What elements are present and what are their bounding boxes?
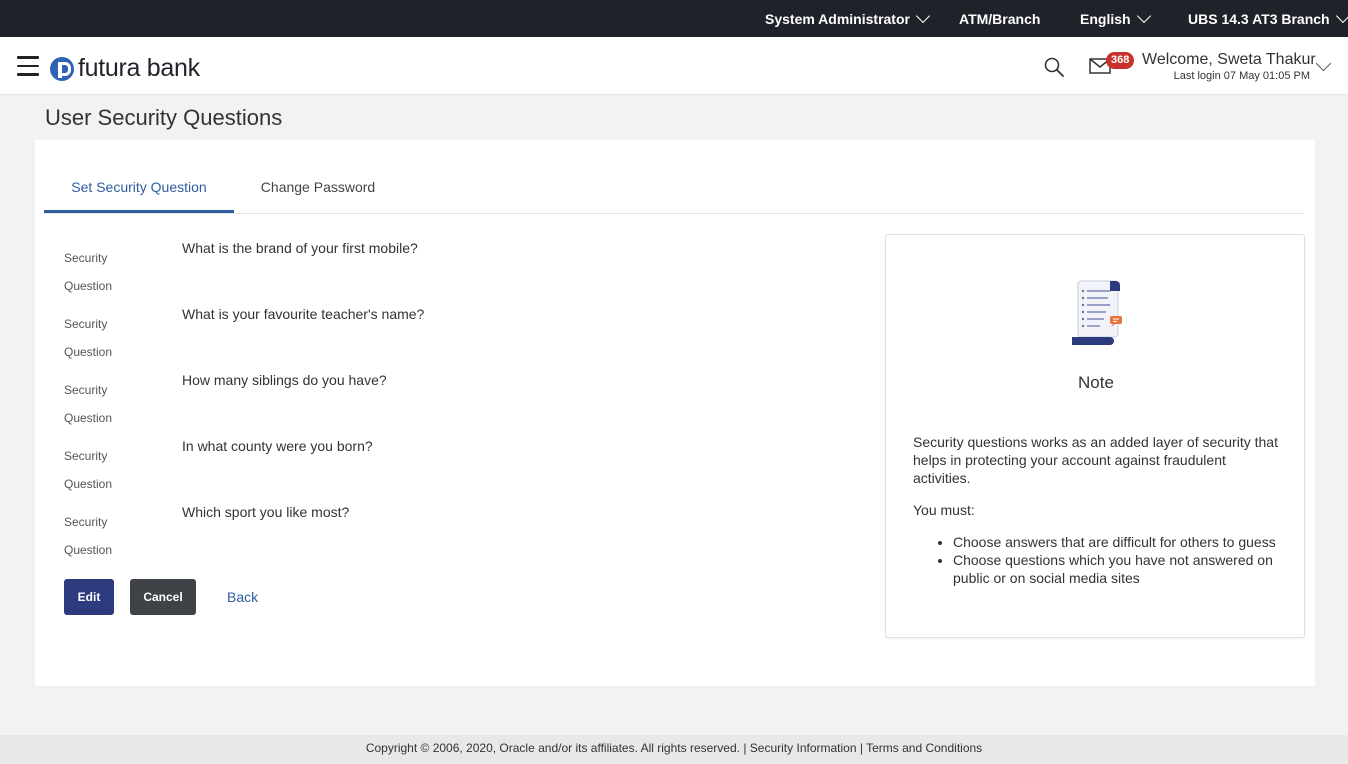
question-label: Security Question [64,449,113,491]
back-link[interactable]: Back [227,589,258,605]
document-note-icon [1072,280,1122,345]
question-text: In what county were you born? [182,438,373,454]
question-label: Security Question [64,515,113,557]
note-list-item: Choose answers that are difficult for ot… [953,533,1293,551]
top-bar: System Administrator ATM/Branch English … [0,0,1348,37]
app-header: futura bank 368 Welcome, Sweta Thakur La… [0,37,1348,95]
note-list-item: Choose questions which you have not answ… [953,551,1293,587]
security-questions-card: Set Security Question Change Password Se… [35,140,1315,686]
chevron-down-icon [915,8,931,23]
entity-label: UBS 14.3 AT3 Branch [1188,10,1330,27]
question-row: Security Question How many siblings do yo… [64,372,864,432]
chevron-down-icon [1335,8,1348,23]
question-text: What is your favourite teacher's name? [182,306,425,322]
question-row: Security Question Which sport you like mo… [64,504,864,564]
logo[interactable]: futura bank [50,54,200,83]
question-text: How many siblings do you have? [182,372,387,388]
note-title: Note [1078,373,1114,392]
page-title: User Security Questions [45,105,283,130]
role-dropdown[interactable]: System Administrator [765,0,931,37]
futura-logo-icon [50,56,74,81]
question-text: Which sport you like most? [182,504,350,520]
question-text: What is the brand of your first mobile? [182,240,418,256]
security-information-link[interactable]: Security Information [750,741,857,755]
user-menu-chevron-icon[interactable] [1315,55,1332,72]
note-list: Choose answers that are difficult for ot… [953,533,1293,587]
copyright-text: Copyright © 2006, 2020, Oracle and/or it… [365,741,740,755]
terms-and-conditions-link[interactable]: Terms and Conditions [866,741,982,755]
chevron-down-icon [1136,8,1151,23]
tab-set-security-question[interactable]: Set Security Question [44,164,234,213]
question-row: Security Question In what county were you… [64,438,864,498]
footer-separator: | [743,741,747,755]
welcome-text: Welcome, Sweta Thakur [1142,51,1316,68]
tab-change-password[interactable]: Change Password [256,164,380,213]
menu-icon[interactable] [17,56,39,76]
branch-label: ATM/Branch [959,10,1041,27]
question-label: Security Question [64,251,113,293]
entity-dropdown[interactable]: UBS 14.3 AT3 Branch [1188,0,1348,37]
cancel-button[interactable]: Cancel [130,579,196,615]
mail-count-badge: 368 [1106,52,1135,69]
question-row: Security Question What is the brand of yo… [64,240,864,300]
branch-link[interactable]: ATM/Branch [959,0,1040,37]
note-panel: Note Security questions works as an adde… [885,234,1305,638]
question-label: Security Question [64,383,113,425]
tab-bar: Set Security Question Change Password [44,164,1304,214]
edit-button[interactable]: Edit [64,579,114,615]
role-label: System Administrator [765,10,910,27]
question-row: Security Question What is your favourite … [64,306,864,366]
last-login-text: Last login 07 May 01:05 PM [1173,70,1310,82]
footer: Copyright © 2006, 2020, Oracle and/or it… [0,735,1348,764]
language-label: English [1080,10,1131,27]
note-description: Security questions works as an added lay… [913,434,1278,486]
note-must-label: You must: [913,502,975,518]
logo-text: futura bank [78,54,200,82]
footer-separator: | [859,741,863,755]
language-dropdown[interactable]: English [1080,0,1151,37]
question-label: Security Question [64,317,113,359]
search-icon[interactable] [1044,57,1064,77]
